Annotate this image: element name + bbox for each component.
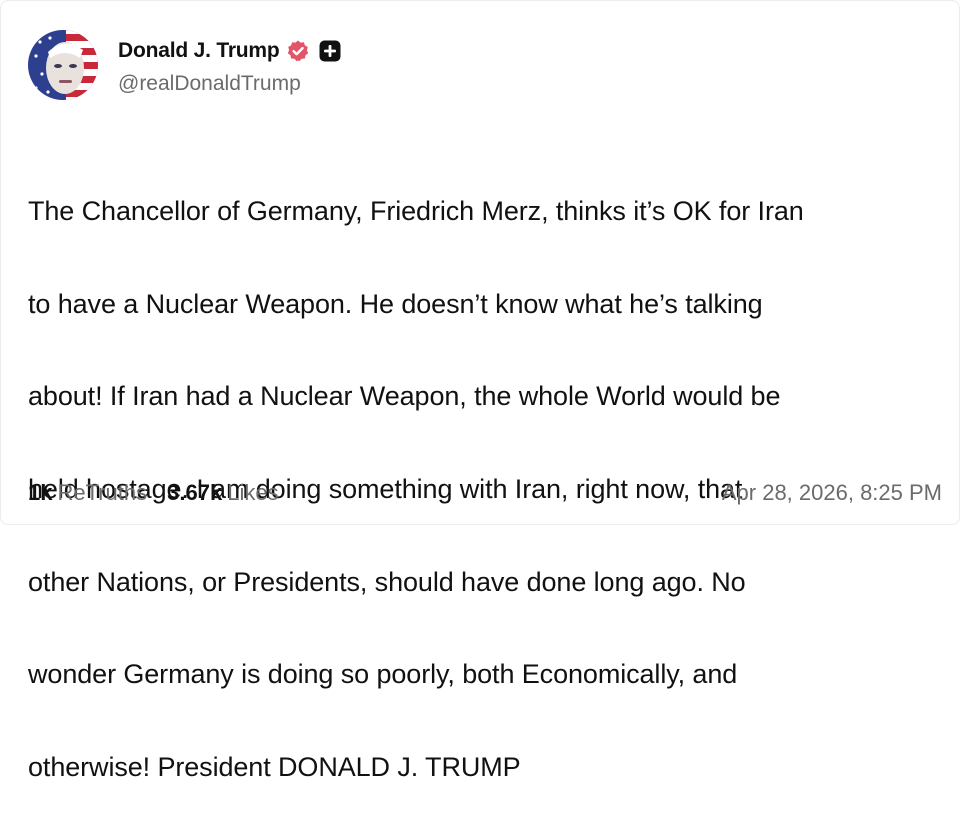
- avatar[interactable]: [28, 30, 98, 100]
- post-stats: 1k ReTruths 3.67k Likes: [28, 480, 279, 506]
- post-text-line: other Nations, or Presidents, should hav…: [28, 566, 746, 597]
- likes-stat[interactable]: 3.67k Likes: [167, 480, 278, 506]
- likes-count: 3.67k: [167, 480, 223, 505]
- plus-icon[interactable]: [318, 39, 342, 63]
- author-display-name[interactable]: Donald J. Trump: [118, 39, 280, 63]
- author-name-row: Donald J. Trump: [118, 36, 342, 66]
- post-text-line: The Chancellor of Germany, Friedrich Mer…: [28, 196, 804, 227]
- retruths-label: ReTruths: [57, 480, 148, 505]
- post-text-line: otherwise! President DONALD J. TRUMP: [28, 751, 521, 782]
- post-text-line: to have a Nuclear Weapon. He doesn’t kno…: [28, 288, 763, 319]
- verified-badge-icon: [286, 39, 310, 63]
- retruths-count: 1k: [28, 480, 53, 505]
- likes-label: Likes: [227, 480, 279, 505]
- post-text-line: wonder Germany is doing so poorly, both …: [28, 659, 738, 690]
- post-text-line: about! If Iran had a Nuclear Weapon, the…: [28, 381, 781, 412]
- post-timestamp[interactable]: Apr 28, 2026, 8:25 PM: [722, 480, 942, 506]
- retruths-stat[interactable]: 1k ReTruths: [28, 480, 147, 506]
- author-handle[interactable]: @realDonaldTrump: [118, 72, 301, 96]
